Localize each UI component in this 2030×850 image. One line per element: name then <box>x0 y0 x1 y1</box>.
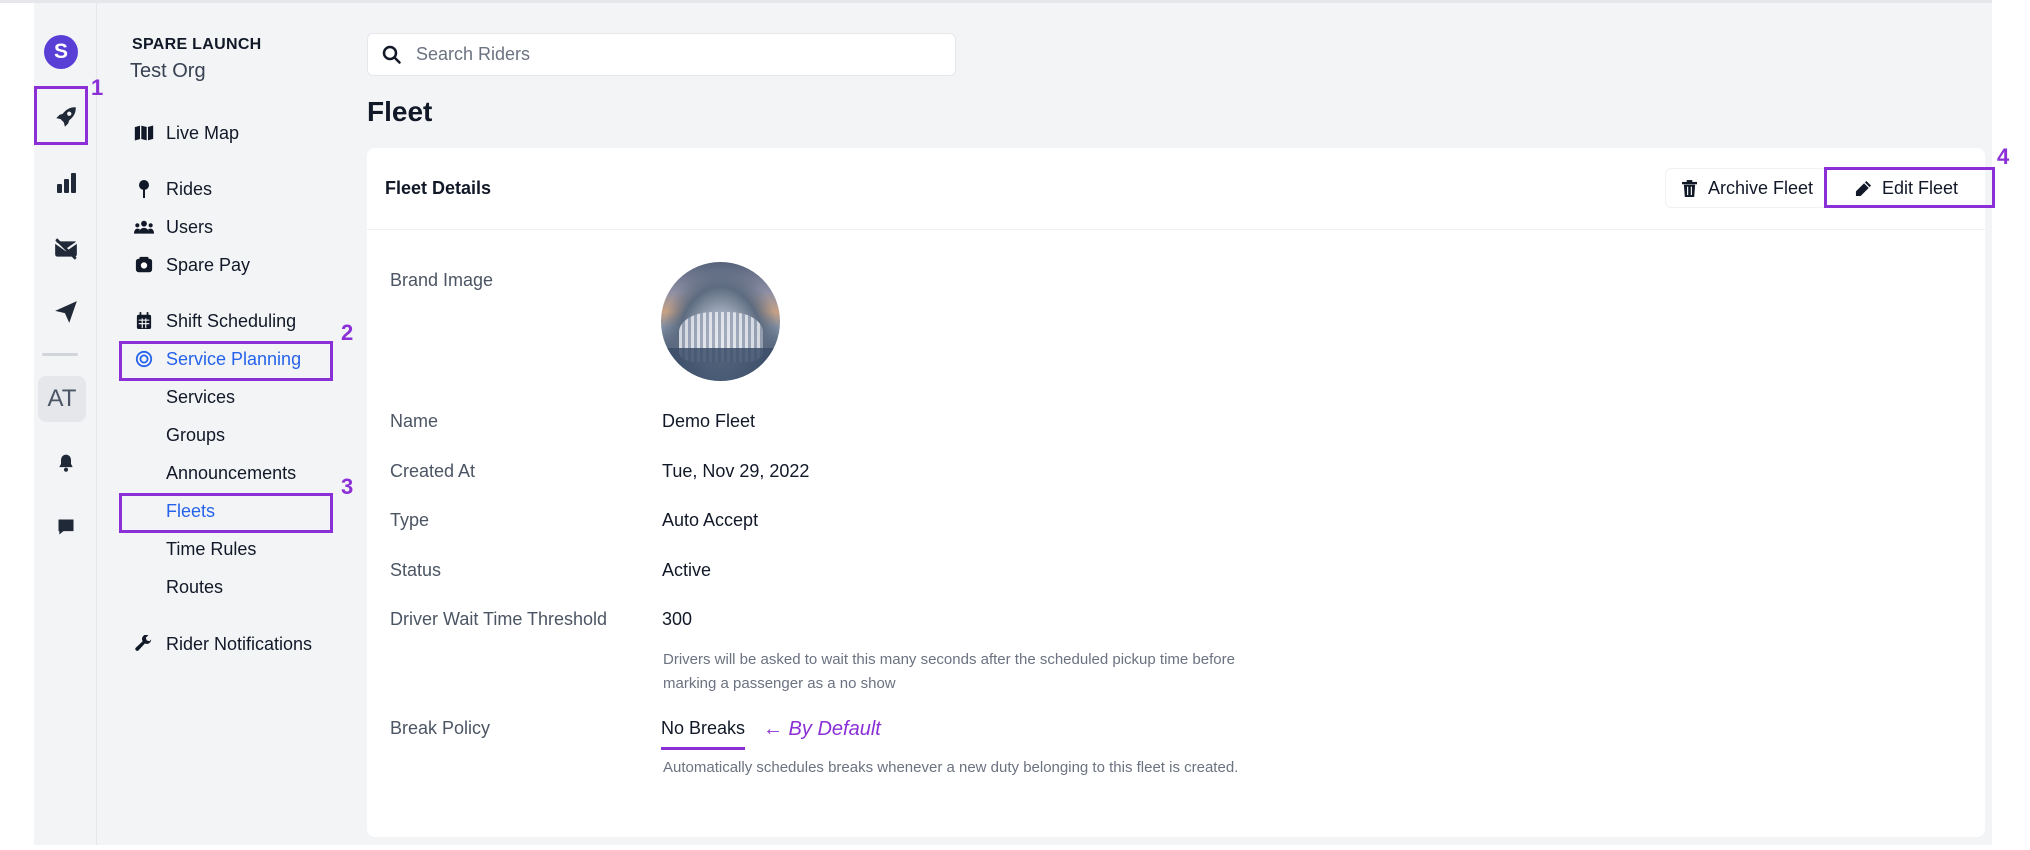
sidebar-subitem-groups[interactable]: Groups <box>166 420 225 450</box>
city-water <box>661 348 780 381</box>
trash-icon <box>1680 179 1698 197</box>
break-policy-label: Break Policy <box>390 718 491 738</box>
bell-icon <box>59 454 73 472</box>
sidebar-item-label: Shift Scheduling <box>166 310 297 331</box>
archive-fleet-label: Archive Fleet <box>1708 177 1814 198</box>
break-policy-value[interactable]: No Breaks <box>661 718 746 750</box>
created-at-value: Tue, Nov 29, 2022 <box>662 461 810 481</box>
sidebar-subitem-announcements[interactable]: Announcements <box>166 458 296 488</box>
bar-chart-icon <box>57 173 76 193</box>
brand-image <box>661 262 780 381</box>
sidebar-item-live-map[interactable]: Live Map <box>134 118 239 148</box>
annotation-number-3: 3 <box>341 474 354 499</box>
annotation-number-1: 1 <box>91 75 104 100</box>
page-margin <box>1992 0 2030 850</box>
annotation-box-1 <box>34 86 88 145</box>
chat-icon <box>58 519 74 535</box>
type-label: Type <box>390 510 430 530</box>
user-avatar[interactable]: AT <box>38 376 86 422</box>
rail-notifications-button[interactable] <box>42 439 90 487</box>
sidebar-subitem-routes[interactable]: Routes <box>166 572 223 602</box>
users-icon <box>134 217 154 237</box>
sidebar-item-label: Users <box>166 216 214 237</box>
sidebar-subitem-services[interactable]: Services <box>166 382 235 412</box>
wait-threshold-help: Drivers will be asked to wait this many … <box>663 651 1235 692</box>
fleet-details-card: Fleet Details Archive Fleet Edit Fleet B… <box>367 148 1985 837</box>
annotation-box-3 <box>119 493 333 533</box>
by-default-annotation: ← By Default <box>763 718 881 740</box>
status-label: Status <box>390 560 442 580</box>
rail-divider <box>42 353 78 356</box>
sidebar-item-label: Rider Notifications <box>166 633 313 654</box>
card-header: Fleet Details Archive Fleet Edit Fleet <box>367 148 1985 230</box>
pin-icon <box>134 179 154 199</box>
sidebar-subitem-time-rules[interactable]: Time Rules <box>166 534 256 564</box>
search-icon <box>382 45 401 64</box>
search-bar[interactable] <box>367 33 956 76</box>
status-value: Active <box>662 560 712 580</box>
rail-send-button[interactable] <box>42 288 90 336</box>
name-label: Name <box>390 411 439 431</box>
card-title: Fleet Details <box>385 178 492 198</box>
annotation-number-2: 2 <box>341 320 354 345</box>
sidebar-item-label: Rides <box>166 178 213 199</box>
rail-chat-button[interactable] <box>42 503 90 551</box>
archive-fleet-button[interactable]: Archive Fleet <box>1665 168 1827 208</box>
org-label: SPARE LAUNCH <box>132 36 262 53</box>
sidebar-item-shift-scheduling[interactable]: Shift Scheduling <box>134 306 296 336</box>
sidebar-item-users[interactable]: Users <box>134 212 213 242</box>
type-value: Auto Accept <box>662 510 759 530</box>
wallet-icon <box>134 255 154 275</box>
annotation-box-2 <box>119 341 333 381</box>
mail-off-icon <box>54 238 78 260</box>
sidebar-item-rider-notifications[interactable]: Rider Notifications <box>134 629 312 659</box>
brand-image-label: Brand Image <box>390 270 494 290</box>
search-input[interactable] <box>414 43 938 66</box>
wait-threshold-label: Driver Wait Time Threshold <box>390 609 608 629</box>
created-at-label: Created At <box>390 461 476 481</box>
calendar-icon <box>134 311 154 331</box>
sidebar-item-rides[interactable]: Rides <box>134 174 212 204</box>
spare-logo[interactable]: S <box>44 35 78 69</box>
page-title: Fleet <box>367 96 433 127</box>
sidebar-item-spare-pay[interactable]: Spare Pay <box>134 250 250 280</box>
map-icon <box>134 123 154 143</box>
rail-messages-button[interactable] <box>42 225 90 273</box>
wait-threshold-value: 300 <box>662 609 693 629</box>
paper-plane-icon <box>55 301 77 323</box>
annotation-number-4: 4 <box>1997 144 2010 169</box>
name-value: Demo Fleet <box>662 411 756 431</box>
wrench-icon <box>134 634 154 654</box>
break-policy-help: Automatically schedules breaks whenever … <box>663 759 1239 776</box>
sidebar-item-label: Spare Pay <box>166 254 251 275</box>
annotation-box-4 <box>1824 167 1995 208</box>
org-name: Test Org <box>130 60 206 82</box>
sidebar-item-label: Live Map <box>166 122 240 143</box>
rail-analytics-button[interactable] <box>42 159 90 207</box>
